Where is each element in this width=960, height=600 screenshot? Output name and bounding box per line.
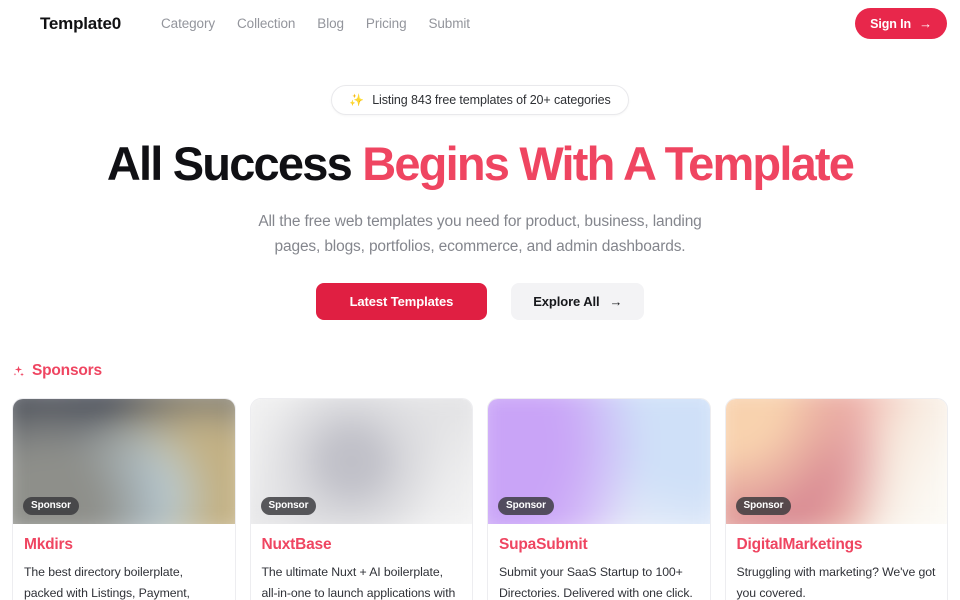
sponsor-badge: Sponsor <box>23 497 79 516</box>
sponsor-thumbnail: Sponsor <box>488 399 710 525</box>
sponsor-thumbnail: Sponsor <box>725 399 947 525</box>
latest-templates-button[interactable]: Latest Templates <box>315 283 488 321</box>
hero-subtitle-line2: pages, blogs, portfolios, ecommerce, and… <box>274 237 686 255</box>
nav-item-submit[interactable]: Submit <box>429 16 471 31</box>
page-title: All Success Begins With A Template <box>0 139 960 189</box>
nav-item-category[interactable]: Category <box>161 16 215 31</box>
sponsors-heading: Sponsors <box>0 362 960 380</box>
sponsor-card[interactable]: Sponsor Mkdirs The best directory boiler… <box>12 398 236 600</box>
brand-logo[interactable]: Template0 <box>40 14 121 34</box>
sponsor-card-title[interactable]: NuxtBase <box>262 536 462 554</box>
sponsor-card-description: Submit your SaaS Startup to 100+ Directo… <box>499 565 693 600</box>
listing-count-badge[interactable]: ✨ Listing 843 free templates of 20+ cate… <box>331 85 629 115</box>
sponsor-card[interactable]: Sponsor DigitalMarketings Struggling wit… <box>724 398 948 600</box>
sponsor-card-title[interactable]: DigitalMarketings <box>737 536 937 554</box>
sponsor-card-title[interactable]: Mkdirs <box>24 536 224 554</box>
nav-item-collection[interactable]: Collection <box>237 16 295 31</box>
main-nav: Category Collection Blog Pricing Submit <box>161 16 470 31</box>
nav-item-pricing[interactable]: Pricing <box>366 16 407 31</box>
sponsor-card-description: Struggling with marketing? We've got you… <box>736 565 936 600</box>
sponsor-card-body: NuxtBase The ultimate Nuxt + AI boilerpl… <box>251 524 473 600</box>
headline-accent: Begins With A Template <box>362 137 855 190</box>
sponsor-card-title[interactable]: SupaSubmit <box>499 536 699 554</box>
sponsor-card[interactable]: Sponsor NuxtBase The ultimate Nuxt + AI … <box>249 398 473 600</box>
sponsor-card-description: The ultimate Nuxt + AI boilerplate, all-… <box>261 565 456 600</box>
arrow-right-icon: → <box>609 294 623 310</box>
sponsor-card-body: DigitalMarketings Struggling with market… <box>726 524 948 600</box>
hero-cta-row: Latest Templates Explore All → <box>0 283 960 321</box>
sponsor-card-body: SupaSubmit Submit your SaaS Startup to 1… <box>488 524 710 600</box>
latest-templates-label: Latest Templates <box>349 294 454 310</box>
sparkles-icon: ✨ <box>349 93 365 107</box>
hero-subtitle: All the free web templates you need for … <box>0 209 960 259</box>
hero-subtitle-line1: All the free web templates you need for … <box>258 212 702 230</box>
headline-plain: All Success <box>106 137 363 190</box>
sign-in-label: Sign In <box>870 16 912 31</box>
sponsors-title: Sponsors <box>32 362 102 380</box>
sponsor-thumbnail: Sponsor <box>250 399 472 525</box>
listing-count-text: Listing 843 free templates of 20+ catego… <box>372 93 611 107</box>
explore-all-button[interactable]: Explore All → <box>511 283 645 321</box>
arrow-right-icon: → <box>919 16 932 31</box>
sponsor-card-body: Mkdirs The best directory boilerplate, p… <box>13 524 235 600</box>
sponsor-badge: Sponsor <box>260 497 317 516</box>
explore-all-label: Explore All <box>533 294 600 310</box>
sponsor-card-description: The best directory boilerplate, packed w… <box>24 565 190 600</box>
sign-in-button[interactable]: Sign In → <box>855 8 947 39</box>
nav-item-blog[interactable]: Blog <box>317 16 344 31</box>
sponsors-grid: Sponsor Mkdirs The best directory boiler… <box>0 398 960 600</box>
site-header: Template0 Category Collection Blog Prici… <box>0 0 960 47</box>
sponsor-card[interactable]: Sponsor SupaSubmit Submit your SaaS Star… <box>487 398 711 600</box>
sponsor-badge: Sponsor <box>735 497 792 516</box>
hero-section: ✨ Listing 843 free templates of 20+ cate… <box>0 47 960 321</box>
sparkle-icon <box>12 365 25 378</box>
sponsor-thumbnail: Sponsor <box>13 399 235 525</box>
sponsor-badge: Sponsor <box>498 497 554 516</box>
